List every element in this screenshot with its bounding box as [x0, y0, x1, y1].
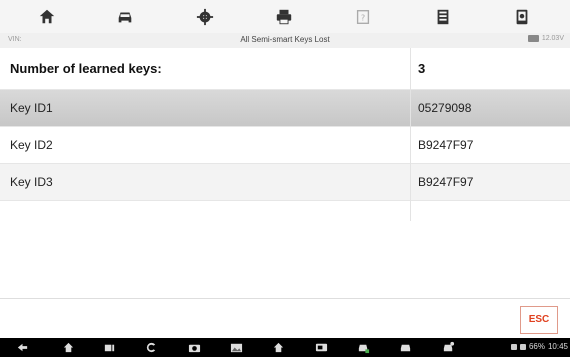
save-icon [437, 9, 449, 24]
home-icon [39, 9, 55, 23]
voltage-value: 12.03V [541, 35, 564, 42]
key-id-value: B9247F97 [418, 138, 474, 152]
screenshot-button[interactable] [502, 0, 542, 33]
wifi-icon [519, 343, 526, 350]
key-id-value: B9247F97 [418, 175, 474, 189]
page-title: All Semi-smart Keys Lost [240, 35, 330, 44]
home-button[interactable] [27, 0, 67, 33]
vci-button[interactable] [313, 340, 329, 355]
home-alt-icon [273, 342, 283, 353]
table-row[interactable]: Key ID2 B9247F97 [0, 127, 570, 164]
key-id-value: 05279098 [418, 101, 472, 115]
battery-percent: 66% [528, 342, 545, 351]
vci-icon [315, 343, 327, 352]
car-status-icon [358, 344, 369, 354]
system-nav-bar: 66% 10:45 [0, 338, 570, 357]
nav-home-button[interactable] [60, 340, 76, 355]
car-connect-icon [443, 341, 454, 352]
vehicle-button[interactable] [105, 0, 145, 33]
key-id-label: Key ID2 [10, 138, 53, 152]
battery-icon [527, 35, 539, 42]
refresh-button[interactable] [143, 340, 159, 355]
table-row[interactable]: Key ID1 05279098 [0, 90, 570, 127]
svg-text:?: ? [361, 12, 365, 22]
car-button[interactable] [397, 340, 413, 355]
recent-apps-icon [104, 344, 114, 352]
recent-apps-button[interactable] [101, 340, 117, 355]
key-id-label: Key ID3 [10, 175, 53, 189]
column-divider [410, 48, 411, 221]
nav-home-alt-button[interactable] [270, 340, 286, 355]
table-header-row: Number of learned keys: 3 [0, 48, 570, 90]
car-icon [400, 344, 410, 352]
battery-voltage: 12.03V [527, 35, 564, 42]
table-row[interactable]: Key ID3 B9247F97 [0, 164, 570, 201]
back-icon [17, 343, 27, 352]
car-icon [118, 12, 132, 22]
home-icon [63, 342, 73, 353]
refresh-icon [146, 342, 155, 353]
learned-keys-label: Number of learned keys: [10, 61, 162, 76]
screenshot-icon [516, 9, 528, 24]
clock: 10:45 [547, 342, 568, 351]
help-icon: ? [356, 9, 370, 24]
back-button[interactable] [14, 340, 30, 355]
status-tray: 66% 10:45 [510, 342, 568, 351]
camera-icon [188, 344, 200, 353]
print-button[interactable] [264, 0, 304, 33]
gallery-button[interactable] [228, 340, 244, 355]
top-toolbar: ? [0, 0, 570, 34]
learned-keys-count: 3 [418, 61, 426, 76]
settings-button[interactable] [185, 0, 225, 33]
gear-icon [196, 8, 214, 25]
help-button[interactable]: ? [343, 0, 383, 33]
key-id-label: Key ID1 [10, 101, 53, 115]
action-bar: ESC [0, 298, 570, 339]
save-button[interactable] [423, 0, 463, 33]
image-icon [230, 343, 242, 353]
info-bar: VIN: All Semi-smart Keys Lost 12.03V [0, 33, 570, 48]
camera-button[interactable] [186, 340, 202, 355]
esc-button[interactable]: ESC [520, 306, 558, 334]
car-connect-button[interactable] [440, 340, 456, 355]
notification-icon [510, 343, 517, 350]
car-status-button[interactable] [355, 340, 371, 355]
print-icon [276, 9, 292, 24]
keys-table: Number of learned keys: 3 Key ID1 052790… [0, 48, 570, 201]
